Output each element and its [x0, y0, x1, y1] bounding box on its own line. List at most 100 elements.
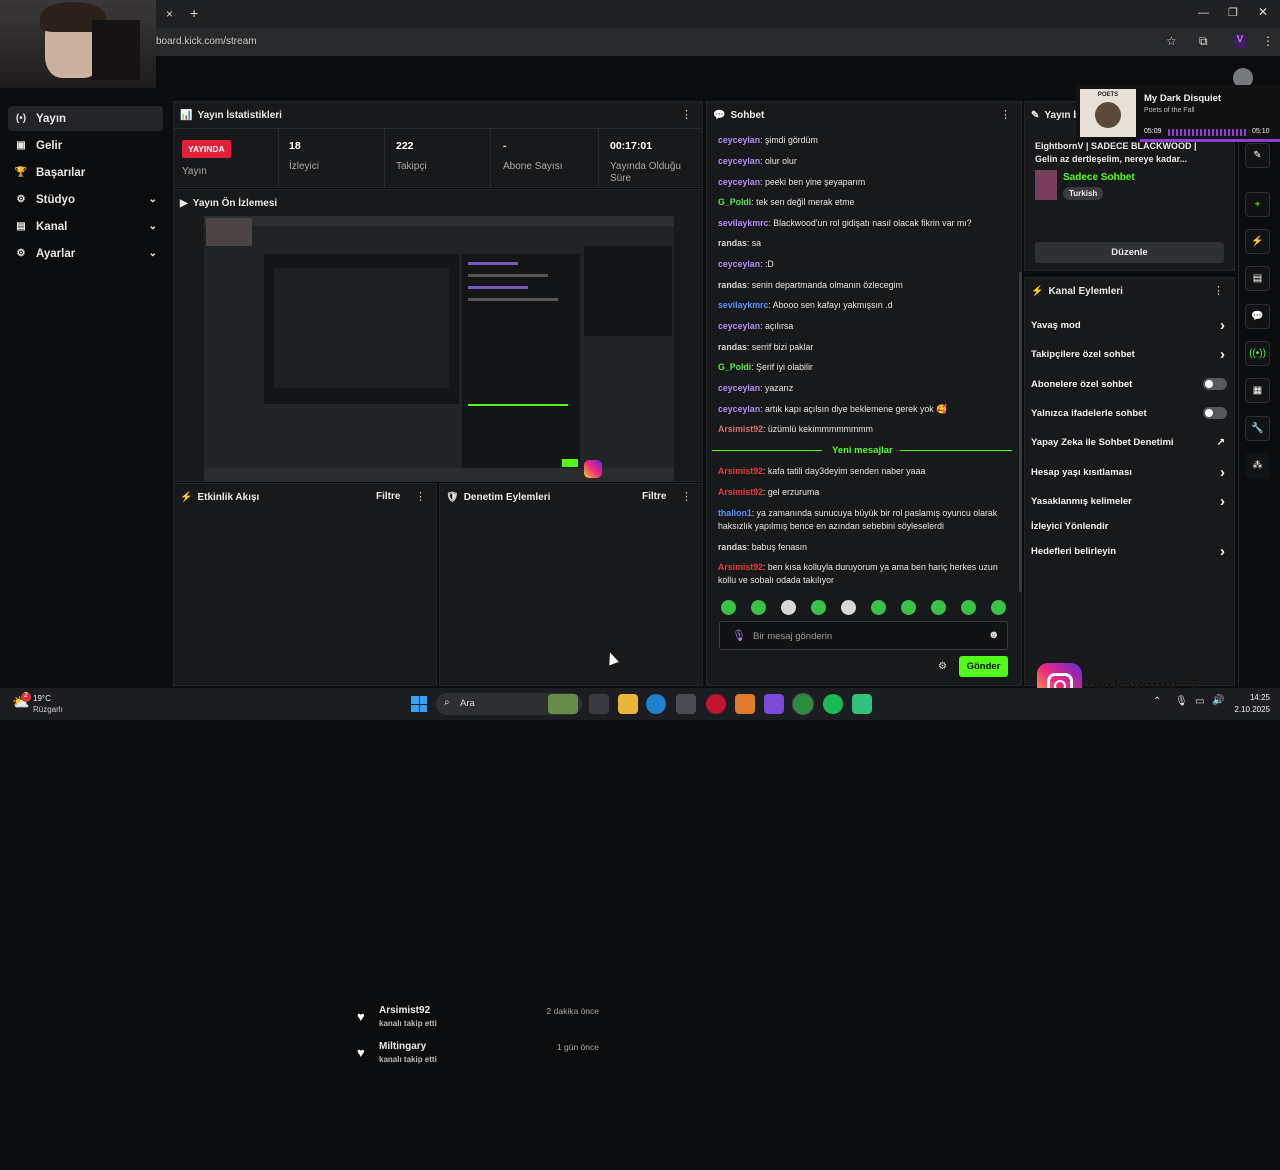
toggle-switch[interactable]	[1203, 407, 1227, 419]
chrome-icon[interactable]	[792, 693, 814, 715]
stream-preview-video[interactable]	[204, 216, 674, 481]
chat-message[interactable]: Arsimist92: ben kısa kolluyla duruyorum …	[718, 561, 1013, 587]
chevron-down-icon[interactable]: ⌄	[149, 194, 157, 205]
channel-action-row[interactable]: Yalnızca ifadelerle sohbet	[1031, 406, 1227, 420]
chevron-right-icon[interactable]: ›	[1220, 493, 1225, 510]
rail-chat-icon[interactable]: 💬	[1245, 304, 1270, 329]
chat-message[interactable]: ceyceylan: artık kapı açılsın diye bekle…	[718, 403, 1013, 416]
chat-username[interactable]: ceyceylan	[718, 156, 760, 166]
app-green-icon[interactable]	[852, 694, 872, 714]
spotify-icon[interactable]	[823, 694, 843, 714]
emote-icon[interactable]	[961, 600, 976, 615]
chat-username[interactable]: ceyceylan	[718, 135, 760, 145]
channel-action-row[interactable]: Hesap yaşı kısıtlaması ›	[1031, 464, 1227, 481]
channel-action-row[interactable]: Yapay Zeka ile Sohbet Denetimi ↗	[1031, 435, 1227, 449]
activity-menu-icon[interactable]: ⋮	[415, 490, 426, 503]
channel-action-row[interactable]: Takipçilere özel sohbet ›	[1031, 346, 1227, 363]
bookmark-star-icon[interactable]: ☆	[1166, 34, 1177, 48]
chevron-right-icon[interactable]: ›	[1220, 543, 1225, 560]
sidebar-item-stüdyo[interactable]: ⚙ Stüdyo ⌄	[8, 187, 163, 212]
maximize-icon[interactable]: ❐	[1228, 6, 1238, 19]
chat-message[interactable]: Arsimist92: üzümlü kekimmmmmmmm	[718, 423, 1013, 436]
chat-username[interactable]: randas	[718, 542, 747, 552]
chat-menu-icon[interactable]: ⋮	[1000, 108, 1011, 121]
sidebar-item-yayın[interactable]: (•) Yayın	[8, 106, 163, 131]
chat-message[interactable]: ceyceylan: :D	[718, 258, 1013, 271]
chat-username[interactable]: ceyceylan	[718, 404, 760, 414]
category-link[interactable]: Sadece Sohbet	[1063, 172, 1135, 183]
chat-message[interactable]: randas: serrif bizi paklar	[718, 341, 1013, 354]
chat-message[interactable]: randas: sa	[718, 237, 1013, 250]
chat-message[interactable]: ceyceylan: peeki ben yine şeyaparım	[718, 176, 1013, 189]
chat-message[interactable]: Arsimist92: gel erzuruma	[718, 486, 1013, 499]
chat-username[interactable]: Arsimist92	[718, 562, 763, 572]
chat-message[interactable]: sevilaykmrc: Blackwood'un rol gidişatı n…	[718, 217, 1013, 230]
app-a-icon[interactable]	[735, 694, 755, 714]
chat-username[interactable]: ceyceylan	[718, 177, 760, 187]
moderation-filter-button[interactable]: Filtre	[642, 491, 666, 502]
tray-network-icon[interactable]: ▭	[1195, 696, 1204, 707]
chat-username[interactable]: G_Poldi	[718, 362, 751, 372]
rail-layout-icon[interactable]: ▦	[1245, 378, 1270, 403]
app-colorful-icon[interactable]	[764, 694, 784, 714]
chat-message[interactable]: ceyceylan: şimdi gördüm	[718, 134, 1013, 147]
moderation-menu-icon[interactable]: ⋮	[681, 490, 692, 503]
chevron-right-icon[interactable]: ›	[1220, 464, 1225, 481]
rail-edit-icon[interactable]: ✎	[1245, 143, 1270, 168]
sidebar-item-ayarlar[interactable]: ⚙ Ayarlar ⌄	[8, 241, 163, 266]
microphone-icon[interactable]: 🎙	[732, 629, 746, 642]
emote-icon[interactable]	[841, 600, 856, 615]
chat-username[interactable]: Arsimist92	[718, 466, 763, 476]
emote-icon[interactable]	[931, 600, 946, 615]
rail-wrench-icon[interactable]: 🔧	[1245, 416, 1270, 441]
rail-capture-icon[interactable]: ⌖	[1245, 192, 1270, 217]
sidebar-item-başarılar[interactable]: 🏆 Başarılar	[8, 160, 163, 185]
chat-username[interactable]: G_Poldi	[718, 197, 751, 207]
channel-action-row[interactable]: Yavaş mod ›	[1031, 317, 1227, 334]
chat-message[interactable]: ceyceylan: olur olur	[718, 155, 1013, 168]
emote-icon[interactable]	[781, 600, 796, 615]
minimize-icon[interactable]: —	[1198, 7, 1209, 19]
store-icon[interactable]	[676, 694, 696, 714]
emote-icon[interactable]	[871, 600, 886, 615]
external-link-icon[interactable]: ↗	[1217, 437, 1225, 448]
tray-volume-icon[interactable]: 🔊	[1212, 695, 1224, 706]
rail-broadcast-icon[interactable]: ((•))	[1245, 341, 1270, 366]
chevron-right-icon[interactable]: ›	[1220, 346, 1225, 363]
tray-mic-icon[interactable]: 🎙	[1175, 696, 1188, 707]
chat-username[interactable]: Arsimist92	[718, 487, 763, 497]
chat-message[interactable]: randas: babuş fenasın	[718, 541, 1013, 554]
chat-message[interactable]: thalion1: ya zamanında sunucuya büyük bi…	[718, 507, 1013, 533]
send-button[interactable]: Gönder	[959, 656, 1008, 677]
chat-message[interactable]: Arsimist92: kafa tatili day3deyim senden…	[718, 465, 1013, 478]
chat-username[interactable]: thalion1	[718, 508, 752, 518]
sidebar-item-gelir[interactable]: ▣ Gelir	[8, 133, 163, 158]
edge-icon[interactable]	[646, 694, 666, 714]
channel-actions-menu-icon[interactable]: ⋮	[1213, 284, 1224, 297]
emote-icon[interactable]	[991, 600, 1006, 615]
tray-chevron-icon[interactable]: ⌃	[1153, 696, 1161, 707]
chevron-down-icon[interactable]: ⌄	[149, 221, 157, 232]
edit-stream-button[interactable]: Düzenle	[1035, 242, 1224, 263]
chat-username[interactable]: randas	[718, 280, 747, 290]
channel-action-row[interactable]: Hedefleri belirleyin ›	[1031, 543, 1227, 560]
url-text[interactable]: board.kick.com/stream	[156, 36, 257, 47]
chat-message[interactable]: randas: senin departmanda olmanın özlece…	[718, 279, 1013, 292]
emote-icon[interactable]	[751, 600, 766, 615]
chat-username[interactable]: randas	[718, 238, 747, 248]
chat-settings-icon[interactable]: ⚙	[938, 661, 947, 672]
sidebar-item-kanal[interactable]: ▤ Kanal ⌄	[8, 214, 163, 239]
chat-username[interactable]: ceyceylan	[718, 259, 760, 269]
chat-username[interactable]: randas	[718, 342, 747, 352]
chat-message[interactable]: ceyceylan: açılırsa	[718, 320, 1013, 333]
emote-icon[interactable]	[901, 600, 916, 615]
toggle-switch[interactable]	[1203, 378, 1227, 390]
chevron-right-icon[interactable]: ›	[1220, 317, 1225, 334]
chat-input[interactable]: 🎙 Bir mesaj gönderin ☻	[719, 621, 1008, 650]
channel-action-row[interactable]: Abonelere özel sohbet	[1031, 377, 1227, 391]
channel-action-row[interactable]: Yasaklanmış kelimeler ›	[1031, 493, 1227, 510]
chat-message[interactable]: sevilaykmrc: Abooo sen kafayı yakmışsın …	[718, 299, 1013, 312]
activity-filter-button[interactable]: Filtre	[376, 491, 400, 502]
chat-username[interactable]: sevilaykmrc	[718, 300, 768, 310]
close-tab-icon[interactable]: ×	[166, 7, 173, 21]
